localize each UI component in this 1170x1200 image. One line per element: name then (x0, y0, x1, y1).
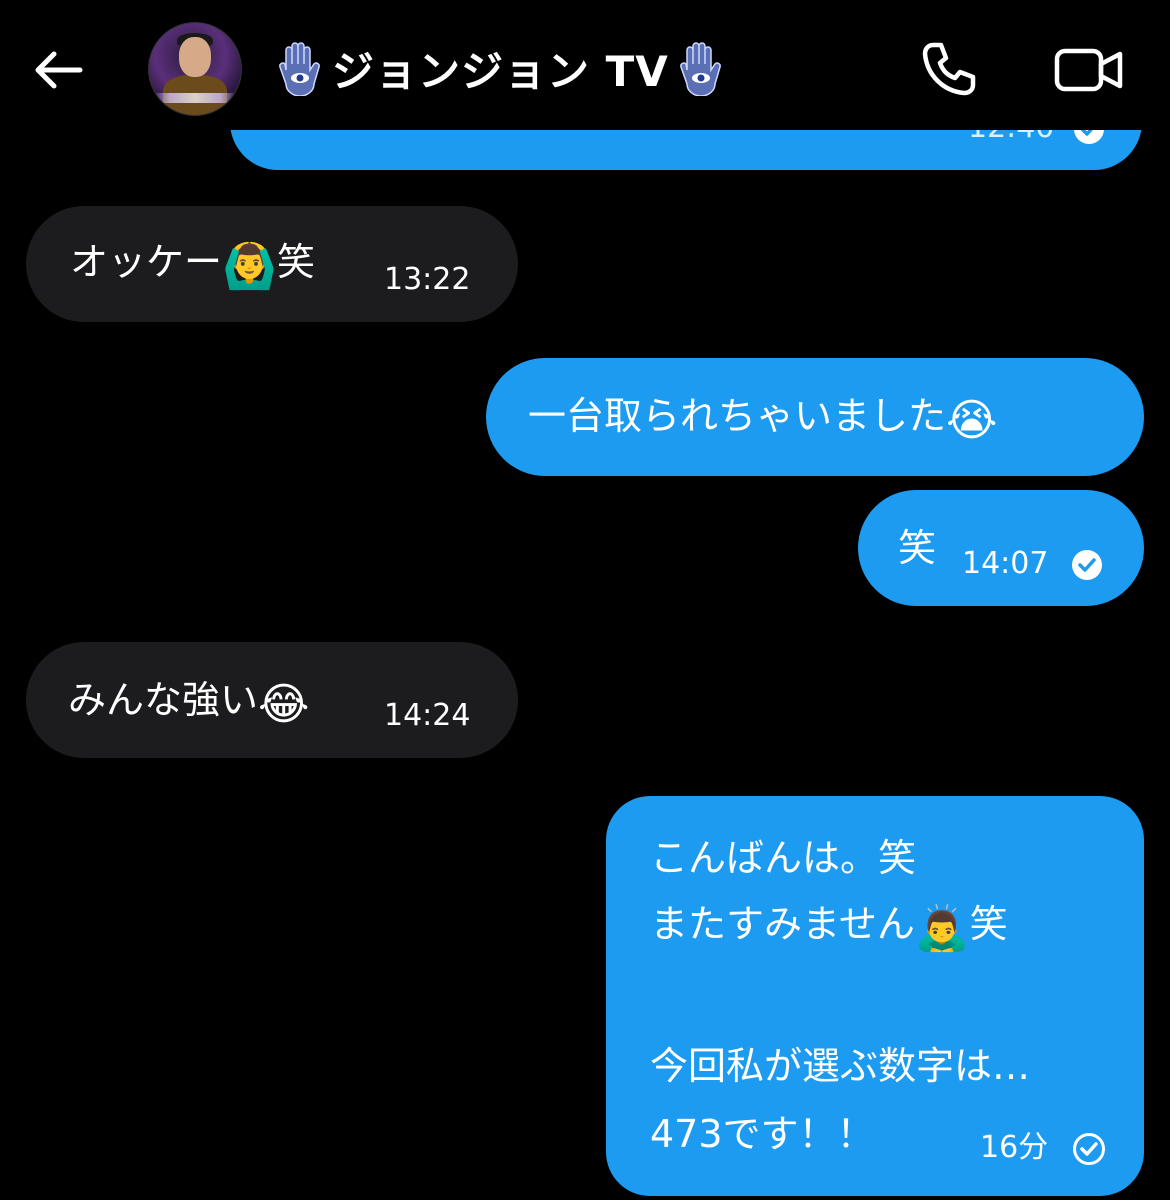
avatar-face (179, 37, 211, 77)
message-text: みんな強い (68, 678, 259, 722)
face-with-tears-of-joy-emoji: 😂 (258, 679, 310, 730)
read-check-icon (1072, 550, 1102, 580)
message-bubble-outgoing[interactable]: こんばんは。笑 またすみません🙇‍♂️笑 今回私が選ぶ数字は… 473です！！ … (606, 796, 1144, 1196)
message-bubble-incoming[interactable]: オッケー🙆‍♂️笑 13:22 (26, 206, 518, 322)
message-text-line: こんばんは。笑 (650, 836, 917, 880)
message-time: 14:07 (962, 546, 1049, 581)
person-gesturing-ok-emoji: 🙆‍♂️ (222, 241, 277, 292)
message-text-line: 笑 (969, 902, 1008, 946)
back-button[interactable] (28, 40, 88, 100)
call-button[interactable] (916, 36, 982, 102)
hamsa-icon (679, 42, 721, 96)
avatar[interactable] (148, 22, 242, 116)
message-bubble-outgoing[interactable]: 笑 14:07 (858, 490, 1144, 606)
message-text-line: またすみません (650, 902, 915, 946)
message-text-line: 今回私が選ぶ数字は… (650, 1044, 1031, 1088)
message-text: 一台取られちゃいました (528, 394, 947, 438)
message-time: 13:22 (384, 262, 471, 297)
message-text: 笑 (898, 526, 937, 570)
message-text-line: 473です！！ (650, 1112, 875, 1156)
message-bubble-incoming[interactable]: みんな強い😂 14:24 (26, 642, 518, 758)
loudly-crying-face-emoji: 😭 (946, 395, 998, 446)
person-bowing-emoji: 🙇‍♂️ (914, 903, 970, 954)
avatar-caption (153, 93, 237, 103)
video-camera-icon (1054, 48, 1123, 92)
phone-icon (922, 42, 976, 96)
arrow-left-icon (35, 51, 83, 89)
message-time: 14:24 (384, 698, 471, 733)
message-bubble-outgoing[interactable]: 一台取られちゃいました😭 (486, 358, 1144, 476)
message-text: オッケー (70, 240, 223, 284)
message-time: 16分 (980, 1130, 1049, 1165)
message-text: 笑 (276, 240, 315, 284)
video-call-button[interactable] (1052, 40, 1126, 100)
conversation-title[interactable]: ジョンジョン TV (276, 36, 725, 100)
read-check-icon (1073, 1133, 1105, 1165)
conversation-title-text: ジョンジョン TV (332, 46, 669, 96)
chat-header: ジョンジョン TV (0, 0, 1170, 130)
hamsa-icon (279, 42, 320, 96)
